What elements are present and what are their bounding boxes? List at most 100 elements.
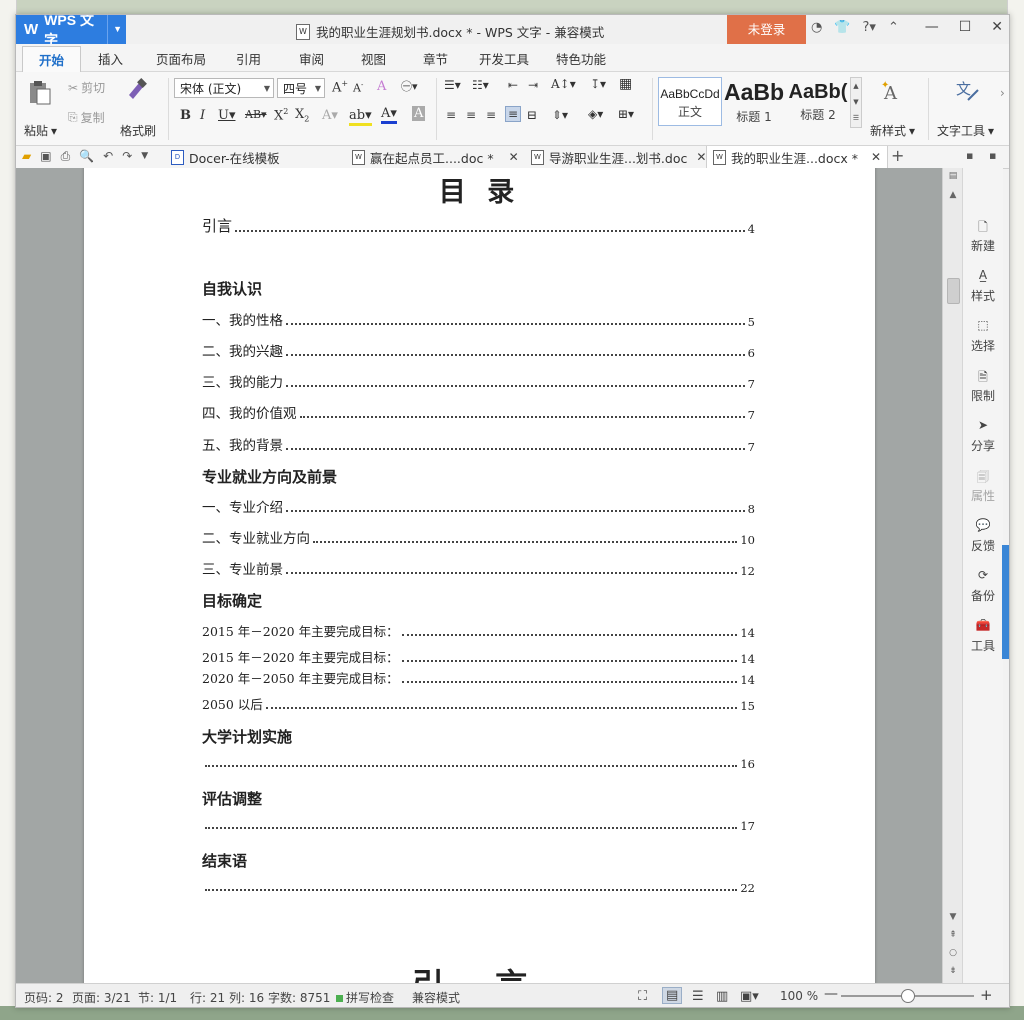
- line-spacing-icon[interactable]: ⇕▾: [552, 108, 568, 122]
- font-color-icon[interactable]: A▾: [381, 106, 397, 124]
- outline-view-icon[interactable]: ☰: [692, 989, 704, 1004]
- toc-entry[interactable]: 2015 年－2020 年主要完成目标： 14: [202, 621, 755, 640]
- text-tools-icon[interactable]: 文: [954, 78, 980, 104]
- new-style-icon[interactable]: A✦: [880, 79, 906, 105]
- toc-heading[interactable]: 大学计划实施: [202, 726, 292, 747]
- help-icon[interactable]: ?▾: [863, 20, 876, 35]
- fullscreen-view-icon[interactable]: ⛶: [638, 989, 647, 1004]
- side-tools[interactable]: 🧰 工具: [963, 618, 1003, 654]
- bold-icon[interactable]: B: [180, 108, 191, 123]
- toc-entry[interactable]: 2050 以后 15: [202, 694, 755, 713]
- next-page-icon[interactable]: ⇟: [943, 966, 963, 976]
- save-icon[interactable]: ▣: [40, 149, 51, 164]
- task-pane-toggle[interactable]: [1002, 545, 1009, 659]
- style-gallery-scroll[interactable]: ▲ ▼ ☰: [850, 77, 862, 128]
- copy-button[interactable]: ⎘ 复制: [68, 109, 105, 126]
- paste-button[interactable]: 粘贴 ▾: [24, 122, 57, 139]
- character-shading-icon[interactable]: A: [412, 106, 426, 121]
- close-icon[interactable]: ✕: [696, 150, 706, 164]
- style-heading-2[interactable]: AaBb( 标题 2: [788, 77, 848, 124]
- new-style-button[interactable]: 新样式 ▾: [870, 122, 915, 139]
- side-select[interactable]: ⬚ 选择: [963, 318, 1003, 354]
- align-right-icon[interactable]: ≡: [486, 108, 496, 122]
- toc-entry[interactable]: 17: [202, 819, 755, 833]
- zoom-in-icon[interactable]: +: [980, 986, 993, 1004]
- justify-icon[interactable]: ≡: [505, 106, 522, 122]
- toc-entry[interactable]: 一、我的性格 5: [202, 309, 755, 329]
- bullets-icon[interactable]: ☰▾: [444, 78, 461, 92]
- distribute-icon[interactable]: ⊟: [527, 108, 537, 122]
- highlight-icon[interactable]: ab▾: [349, 108, 372, 126]
- border-icon[interactable]: ⊞▾: [618, 107, 634, 121]
- font-size-select[interactable]: 四号 ▼: [277, 78, 325, 98]
- toc-entry[interactable]: 2015 年－2020 年主要完成目标： 14: [202, 647, 755, 666]
- customize-toolbar-icon[interactable]: ▼: [141, 151, 148, 164]
- doc-tab-employee[interactable]: W 赢在起点员工....doc * ✕: [352, 146, 519, 168]
- toc-heading[interactable]: 结束语: [202, 850, 247, 871]
- chevron-down-icon[interactable]: ▼: [107, 15, 122, 44]
- shrink-font-icon[interactable]: A-: [353, 81, 363, 95]
- side-properties[interactable]: 🗐 属性: [963, 468, 1003, 504]
- close-icon[interactable]: ✕: [871, 150, 881, 164]
- tab-list-icon[interactable]: ▪: [966, 149, 973, 162]
- login-button[interactable]: 未登录: [727, 15, 806, 44]
- toc-entry[interactable]: 一、专业介绍 8: [202, 496, 755, 516]
- browse-object-icon[interactable]: ○: [943, 948, 963, 958]
- grow-font-icon[interactable]: A+: [332, 79, 348, 95]
- skin-icon[interactable]: ◔: [811, 20, 822, 35]
- doc-tab-active[interactable]: W 我的职业生涯...docx * ✕: [706, 146, 889, 169]
- table-icon[interactable]: ▦: [619, 76, 632, 92]
- status-pages[interactable]: 页面: 3/21: [72, 989, 131, 1006]
- scroll-options-icon[interactable]: ▤: [943, 171, 963, 181]
- decrease-indent-icon[interactable]: ⇤: [508, 78, 518, 92]
- status-line[interactable]: 行: 21: [190, 989, 225, 1006]
- side-restrict[interactable]: 🗎 限制: [963, 368, 1003, 404]
- toc-entry[interactable]: 引言 4: [202, 215, 755, 236]
- side-new[interactable]: 🗋 新建: [963, 218, 1003, 254]
- side-share[interactable]: ➤ 分享: [963, 418, 1003, 454]
- cut-button[interactable]: ✂ 剪切: [68, 79, 105, 96]
- tab-chapter[interactable]: 章节: [423, 49, 448, 68]
- side-styles[interactable]: A̲ 样式: [963, 268, 1003, 304]
- spell-check-toggle[interactable]: 拼写检查: [336, 989, 394, 1006]
- print-icon[interactable]: ⎙: [61, 149, 71, 164]
- style-normal[interactable]: AaBbCcDd 正文: [658, 77, 722, 126]
- toc-entry[interactable]: 三、专业前景 12: [202, 558, 755, 578]
- web-view-icon[interactable]: ▥: [716, 989, 728, 1004]
- toc-heading[interactable]: 专业就业方向及前景: [202, 466, 337, 487]
- align-center-icon[interactable]: ≡: [466, 108, 476, 122]
- increase-indent-icon[interactable]: ⇥: [528, 78, 538, 92]
- scroll-thumb[interactable]: [947, 278, 960, 304]
- phonetic-guide-icon[interactable]: ㊀▾: [401, 78, 418, 94]
- doc-tab-docer[interactable]: D Docer-在线模板: [171, 146, 280, 168]
- underline-icon[interactable]: U▾: [218, 108, 235, 123]
- toc-entry[interactable]: 二、我的兴趣 6: [202, 340, 755, 360]
- close-icon[interactable]: ✕: [991, 19, 1003, 35]
- ribbon-more-icon[interactable]: ›: [1000, 86, 1005, 100]
- status-word-count[interactable]: 字数: 8751: [268, 989, 330, 1006]
- new-tab-icon[interactable]: +: [891, 146, 904, 165]
- app-menu-button[interactable]: W WPS 文字 ▼: [16, 15, 126, 48]
- font-name-select[interactable]: 宋体 (正文) ▼: [174, 78, 274, 98]
- tab-insert[interactable]: 插入: [98, 49, 123, 68]
- collapse-ribbon-icon[interactable]: ⌃: [888, 20, 899, 35]
- strikethrough-icon[interactable]: AB▾: [245, 108, 267, 121]
- superscript-icon[interactable]: X2: [274, 107, 288, 123]
- tab-page-layout[interactable]: 页面布局: [156, 49, 206, 68]
- fill-color-icon[interactable]: ◈▾: [588, 107, 603, 121]
- toc-entry[interactable]: 五、我的背景 7: [202, 434, 755, 454]
- redo-icon[interactable]: ↷: [122, 149, 132, 164]
- numbering-icon[interactable]: ☷▾: [472, 78, 489, 92]
- tab-menu-icon[interactable]: ▪: [989, 149, 996, 162]
- reading-view-icon[interactable]: ▣▾: [740, 989, 759, 1004]
- undo-icon[interactable]: ↶: [103, 149, 113, 164]
- status-column[interactable]: 列: 16: [229, 989, 264, 1006]
- paste-icon[interactable]: [26, 79, 52, 105]
- document-page[interactable]: 目 录 引言 4 自我认识 一、我的性格 5 二、我的兴趣 6 三、我的能力 7 四、我…: [84, 168, 875, 983]
- tab-references[interactable]: 引用: [236, 49, 261, 68]
- document-canvas[interactable]: 目 录 引言 4 自我认识 一、我的性格 5 二、我的兴趣 6 三、我的能力 7 四、我…: [16, 168, 964, 983]
- text-effect-icon[interactable]: A▾: [322, 108, 338, 123]
- maximize-icon[interactable]: ☐: [959, 19, 972, 35]
- subscript-icon[interactable]: X2: [295, 107, 309, 124]
- tab-developer[interactable]: 开发工具: [479, 49, 529, 68]
